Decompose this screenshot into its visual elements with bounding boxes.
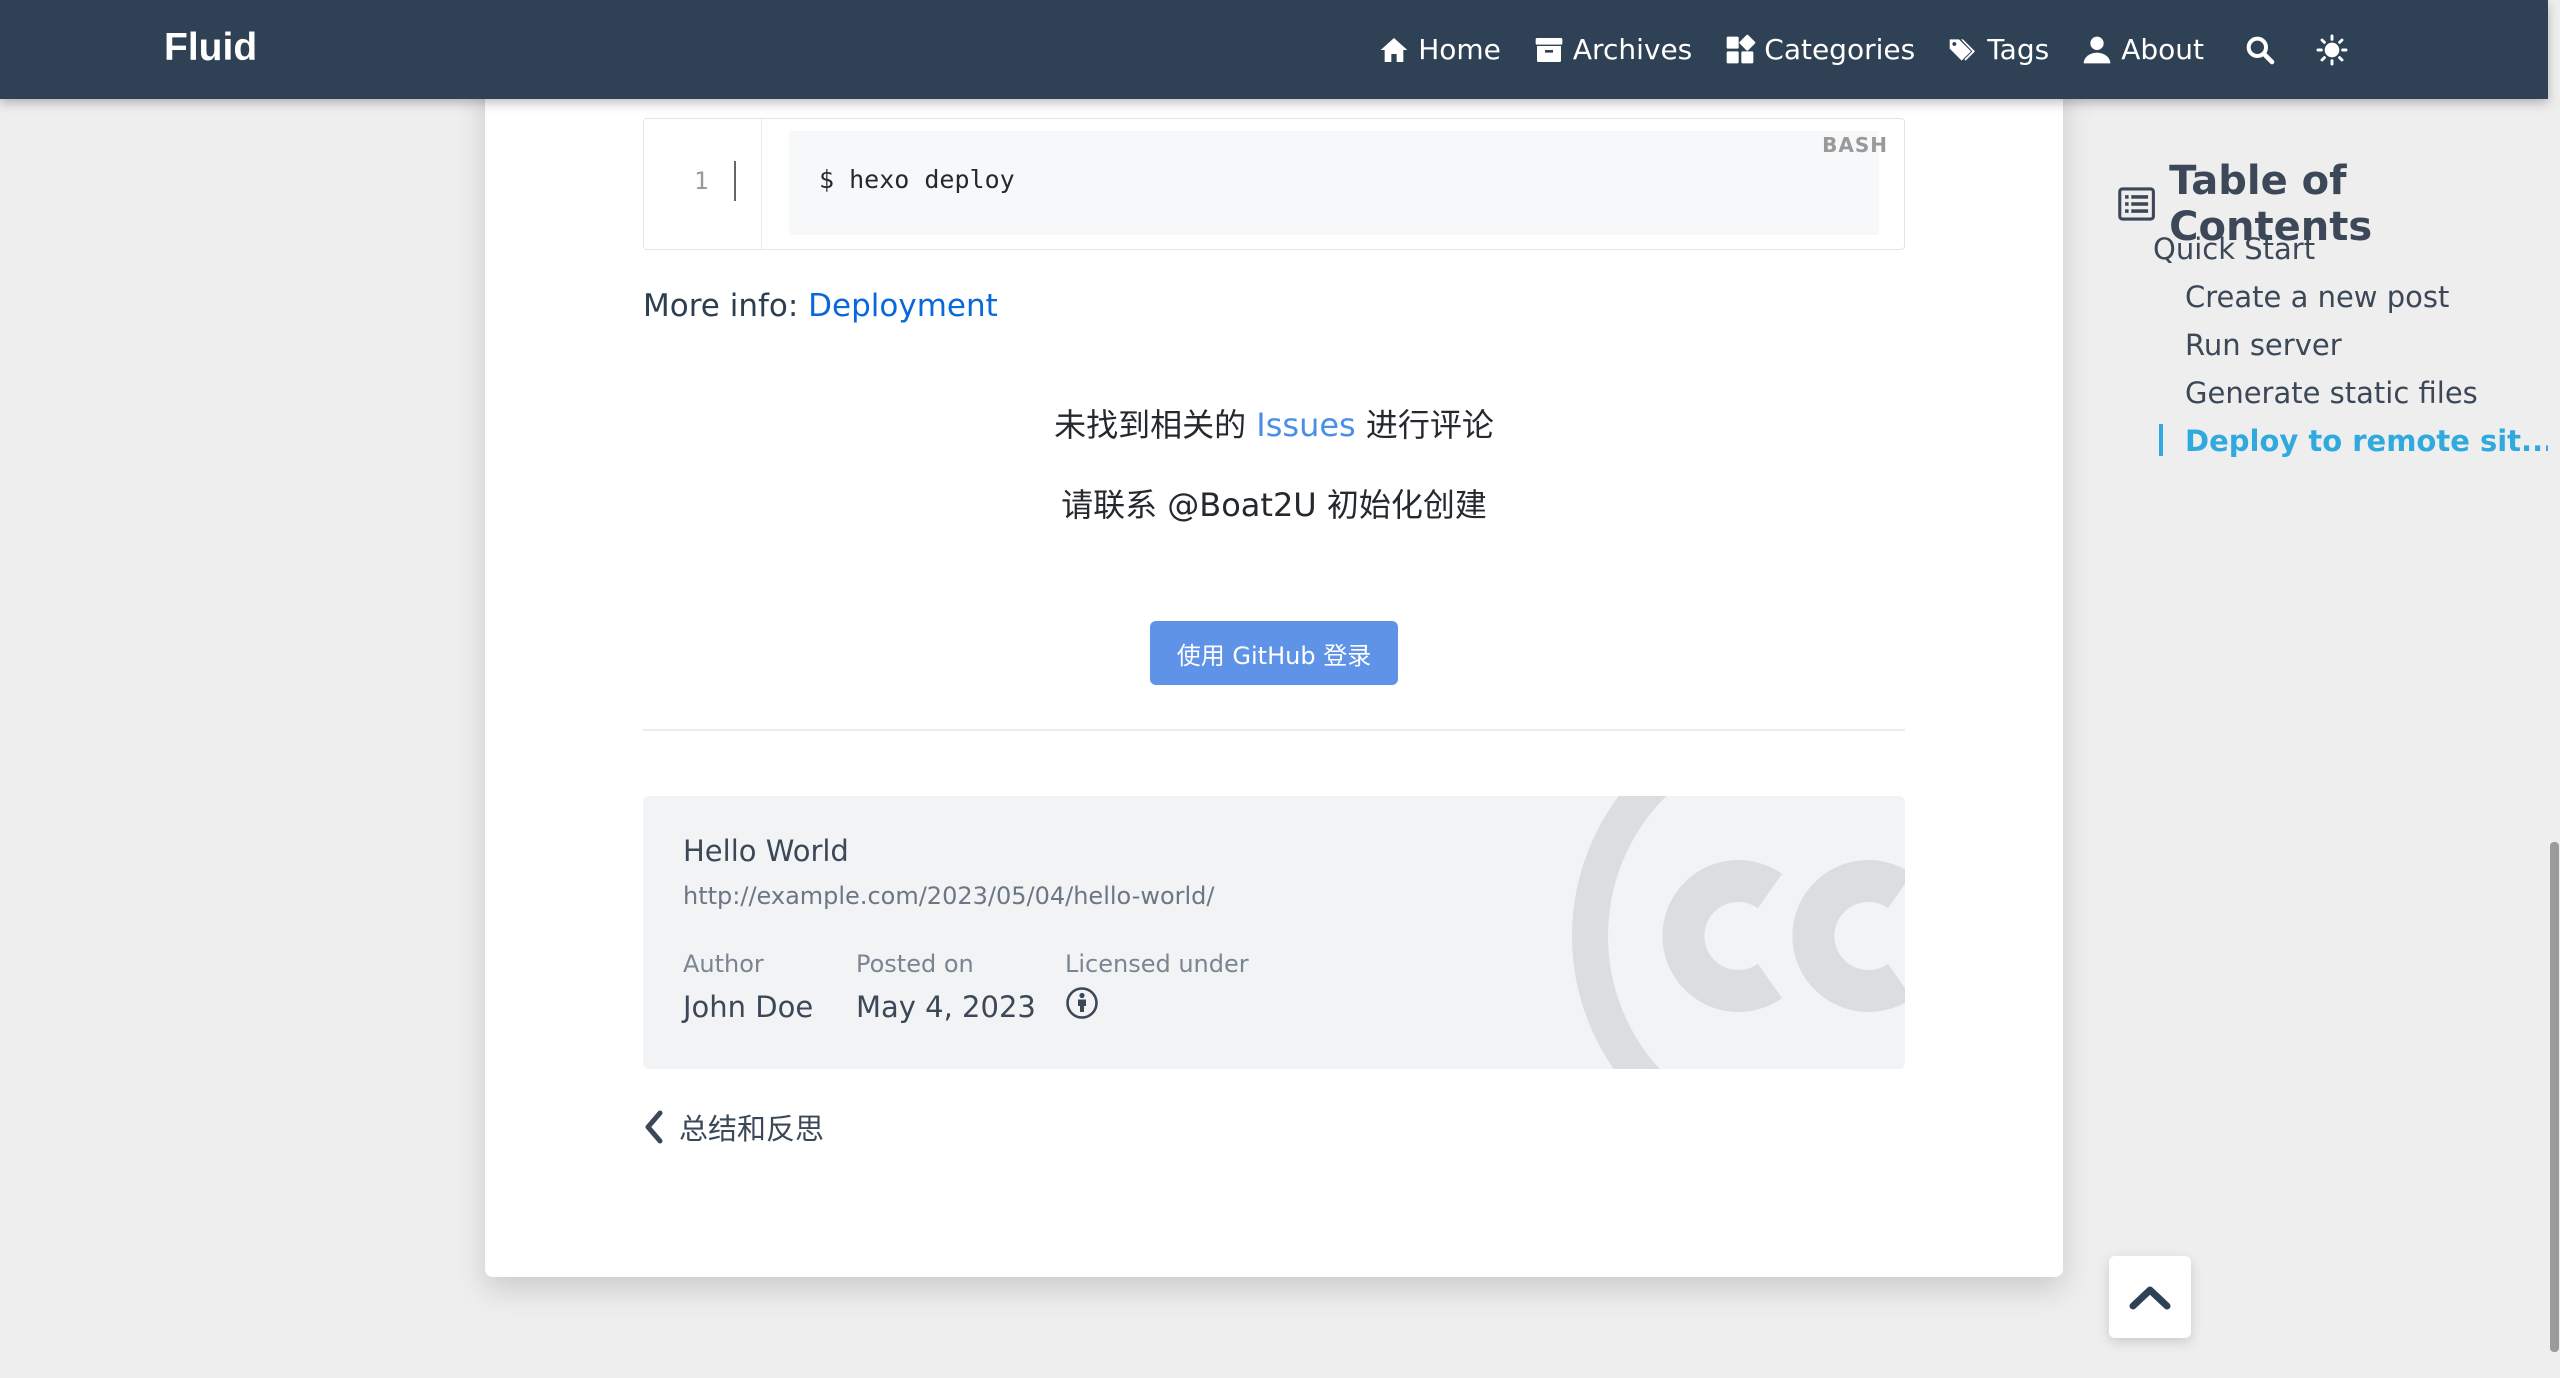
toc-item-quick-start[interactable]: Quick Start bbox=[2153, 232, 2315, 266]
tags-icon bbox=[1949, 38, 1976, 61]
github-login-button[interactable]: 使用 GitHub 登录 bbox=[1150, 621, 1398, 685]
list-icon bbox=[2118, 187, 2155, 221]
user-icon bbox=[2083, 36, 2111, 63]
nav-archives-label: Archives bbox=[1572, 33, 1693, 66]
navbar: Fluid Home Archives Categories Tags Abou… bbox=[0, 0, 2548, 99]
license-box: Hello World http://example.com/2023/05/0… bbox=[643, 796, 1905, 1069]
posted-label: Posted on bbox=[856, 950, 974, 978]
code-text: $ hexo deploy bbox=[819, 165, 1015, 194]
issues-link[interactable]: Issues bbox=[1256, 406, 1355, 444]
chevron-left-icon bbox=[645, 1110, 663, 1144]
cc-by-icon bbox=[1066, 987, 1098, 1019]
sun-icon bbox=[2316, 34, 2348, 65]
comment-notice-before: 未找到相关的 bbox=[1054, 406, 1257, 444]
nav-home-label: Home bbox=[1418, 33, 1501, 66]
license-licensed-under: Licensed under bbox=[1065, 950, 1249, 1024]
license-author: Author John Doe bbox=[683, 950, 813, 1024]
brand-logo[interactable]: Fluid bbox=[164, 26, 257, 70]
author-value: John Doe bbox=[683, 990, 814, 1024]
more-info-paragraph: More info: Deployment bbox=[643, 288, 998, 324]
license-posted-on: Posted on May 4, 2023 bbox=[856, 950, 1036, 1024]
license-link[interactable] bbox=[1065, 978, 1249, 1024]
nav-about-label: About bbox=[2121, 33, 2204, 66]
toc-item-generate-static[interactable]: Generate static files bbox=[2185, 376, 2478, 410]
table-of-contents: Table of Contents Quick Start Create a n… bbox=[2118, 158, 2554, 458]
cc-watermark-icon bbox=[1572, 796, 1905, 1069]
comment-contact-notice: 请联系 @Boat2U 初始化创建 bbox=[1061, 486, 1487, 524]
code-line-number: 1 bbox=[694, 167, 709, 195]
toc-active-marker bbox=[2159, 424, 2163, 456]
chevron-up-icon bbox=[2129, 1286, 2171, 1310]
search-button[interactable] bbox=[2244, 34, 2276, 66]
toc-item-create-post[interactable]: Create a new post bbox=[2185, 280, 2449, 314]
code-language-label: BASH bbox=[1822, 133, 1888, 157]
code-gutter: 1 bbox=[644, 119, 762, 249]
comment-notice-after: 进行评论 bbox=[1355, 406, 1494, 444]
divider bbox=[643, 729, 1905, 731]
back-to-top-button[interactable] bbox=[2109, 1256, 2191, 1338]
nav-about[interactable]: About bbox=[2081, 33, 2204, 66]
code-block: 1 $ hexo deploy BASH bbox=[643, 118, 1905, 250]
toc-item-run-server[interactable]: Run server bbox=[2185, 328, 2342, 362]
author-label: Author bbox=[683, 950, 764, 978]
comment-notice: 未找到相关的 Issues 进行评论 bbox=[643, 400, 1905, 446]
categories-icon bbox=[1726, 34, 1756, 63]
license-post-url: http://example.com/2023/05/04/hello-worl… bbox=[683, 882, 1215, 910]
nav-home[interactable]: Home bbox=[1378, 33, 1501, 66]
nav-archives[interactable]: Archives bbox=[1533, 33, 1692, 66]
more-info-prefix: More info: bbox=[643, 288, 809, 324]
theme-toggle-button[interactable] bbox=[2316, 34, 2348, 66]
toc-item-deploy[interactable]: Deploy to remote sit... bbox=[2185, 424, 2554, 458]
license-post-title: Hello World bbox=[683, 834, 849, 868]
code-body[interactable]: $ hexo deploy bbox=[789, 131, 1879, 235]
prev-post-link[interactable]: 总结和反思 bbox=[643, 1106, 824, 1148]
nav-tags-label: Tags bbox=[1987, 33, 2050, 66]
home-icon bbox=[1380, 37, 1408, 62]
text-cursor bbox=[734, 161, 736, 201]
nav-tags[interactable]: Tags bbox=[1947, 33, 2049, 66]
nav-categories-label: Categories bbox=[1764, 33, 1916, 66]
scrollbar-thumb[interactable] bbox=[2550, 842, 2559, 1352]
posted-value: May 4, 2023 bbox=[856, 990, 1036, 1024]
prev-post-title: 总结和反思 bbox=[679, 1112, 825, 1146]
post-board: 1 $ hexo deploy BASH More info: Deployme… bbox=[485, 60, 2063, 1277]
archive-icon bbox=[1535, 37, 1563, 62]
licensed-label: Licensed under bbox=[1065, 950, 1249, 978]
nav-categories[interactable]: Categories bbox=[1724, 33, 1915, 66]
nav-menu: Home Archives Categories Tags About bbox=[1346, 0, 2348, 99]
search-icon bbox=[2246, 36, 2275, 64]
deployment-link[interactable]: Deployment bbox=[808, 288, 998, 324]
